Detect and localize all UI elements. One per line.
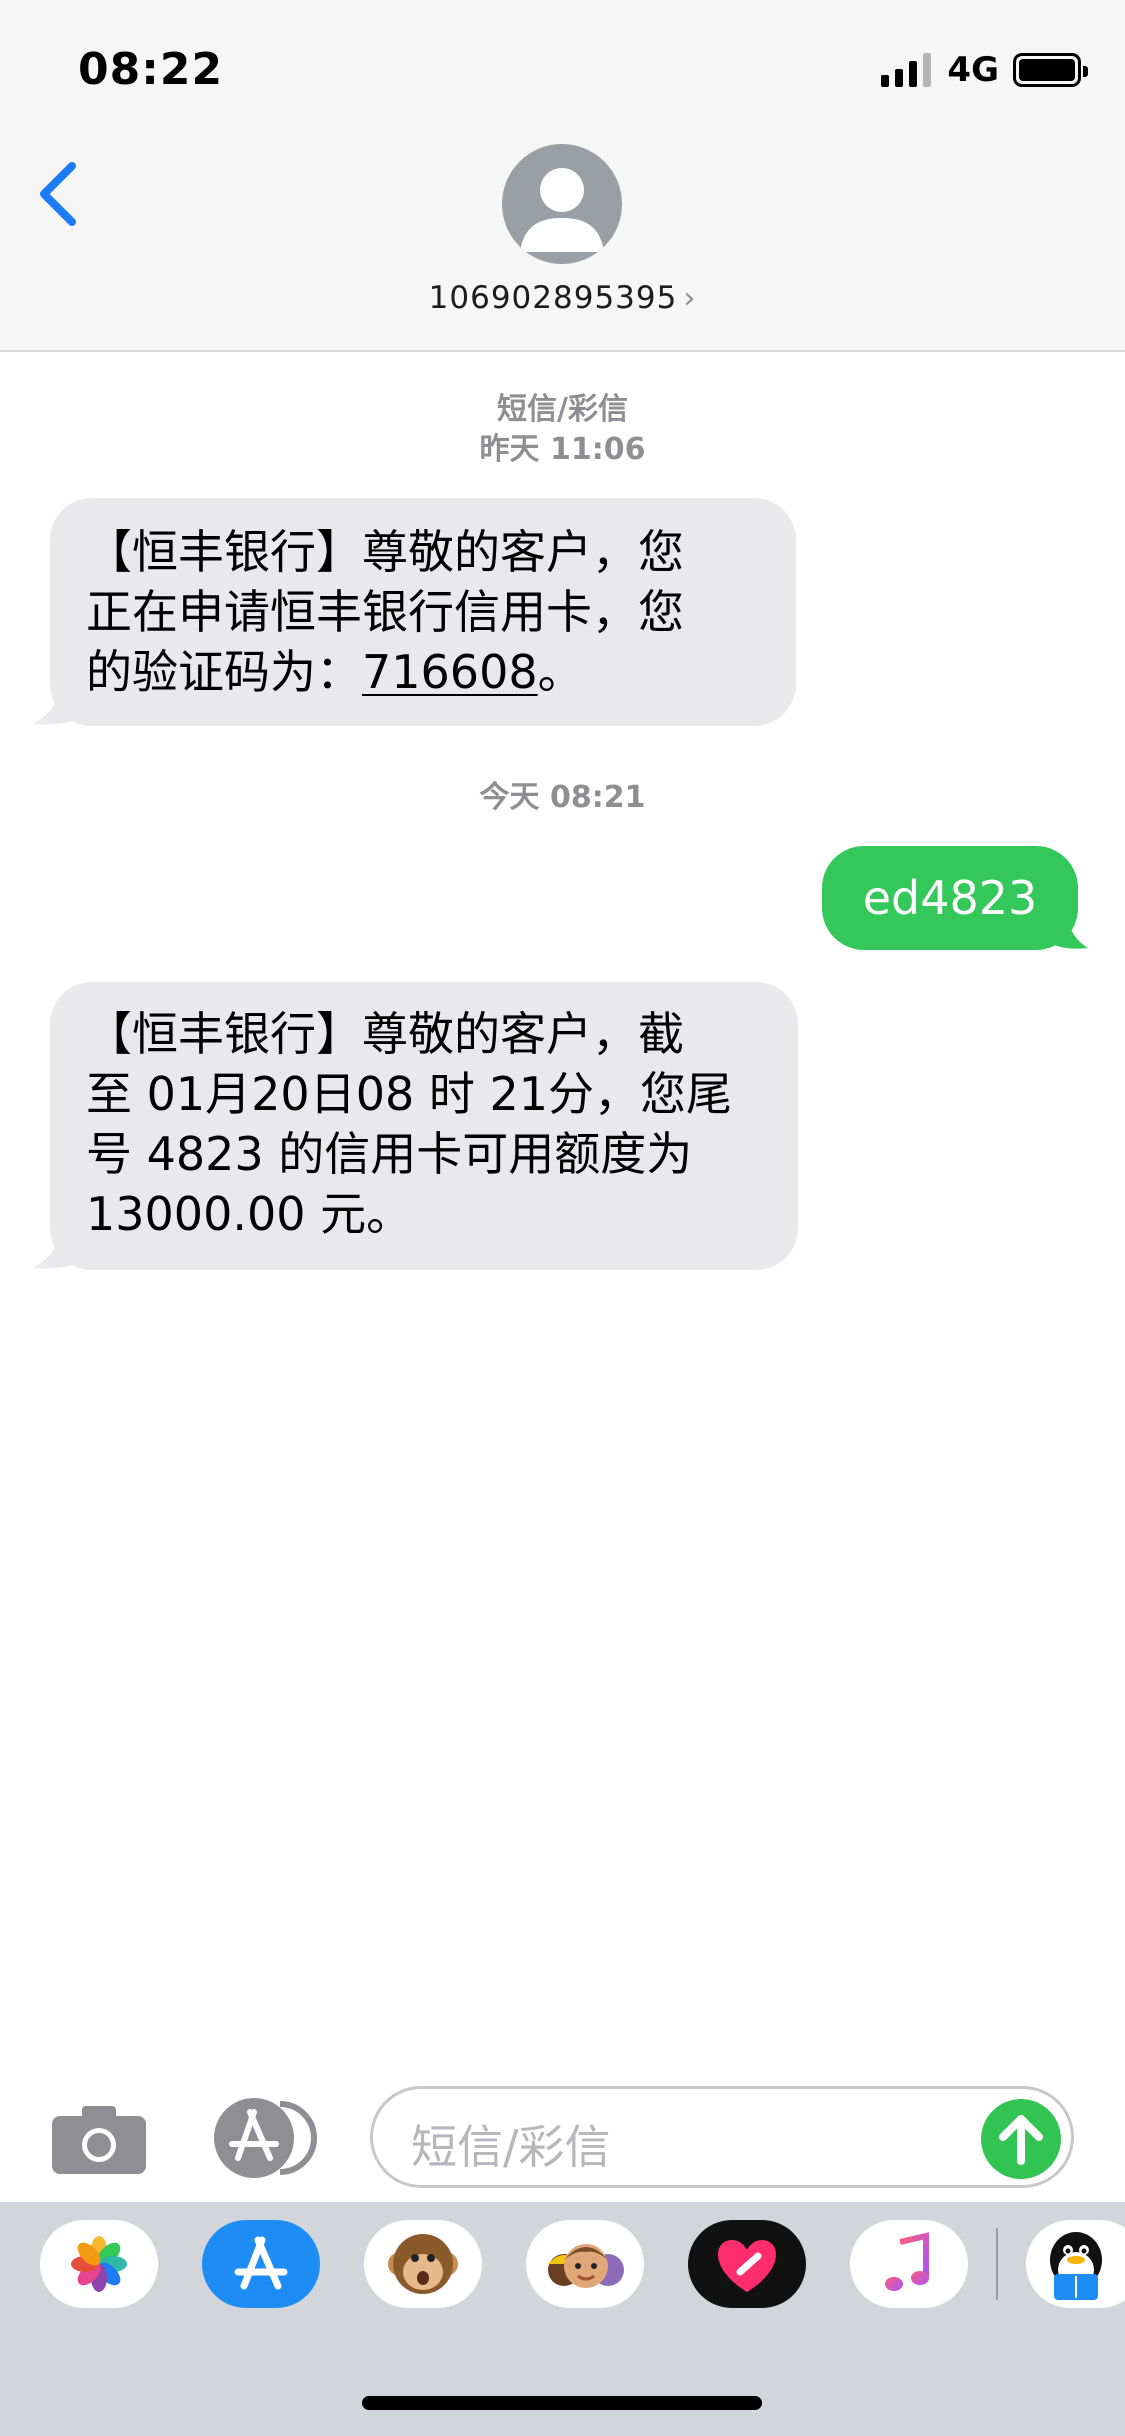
app-store-app-button[interactable] <box>202 2220 320 2308</box>
message-input[interactable]: 短信/彩信 <box>370 2086 1074 2188</box>
digital-touch-app-button[interactable] <box>688 2220 806 2308</box>
person-icon <box>520 168 604 252</box>
contact-name[interactable]: 106902895395 › <box>0 280 1125 316</box>
status-time: 08:22 <box>78 44 224 95</box>
animoji-monkey-icon <box>388 2234 458 2294</box>
message-input-placeholder: 短信/彩信 <box>411 2120 611 2174</box>
message-composer: 短信/彩信 <box>0 2070 1125 2202</box>
app-store-icon <box>234 2236 288 2290</box>
network-type: 4G <box>947 50 999 90</box>
camera-icon[interactable] <box>52 2106 146 2174</box>
message-text-line: 【恒丰银行】尊敬的客户，截 <box>86 1007 684 1061</box>
incoming-message-bubble[interactable]: 【恒丰银行】尊敬的客户，您 正在申请恒丰银行信用卡，您 的验证码为：716608… <box>50 498 796 726</box>
message-text: 。 <box>537 645 584 699</box>
qq-app-button[interactable] <box>1026 2220 1125 2308</box>
memoji-app-button[interactable] <box>526 2220 644 2308</box>
message-text-line: 号 4823 的信用卡可用额度为 <box>86 1127 693 1181</box>
message-text-line: 13000.00 元。 <box>86 1187 413 1241</box>
outgoing-message-bubble[interactable]: ed4823 <box>822 846 1078 950</box>
verification-code-link[interactable]: 716608 <box>362 645 538 699</box>
message-text: 的验证码为： <box>86 645 362 699</box>
photos-app-button[interactable] <box>40 2220 158 2308</box>
status-icons: 4G <box>881 50 1088 90</box>
message-timestamp: 今天 08:21 <box>479 780 646 815</box>
incoming-message-bubble[interactable]: 【恒丰银行】尊敬的客户，截 至 01月20日08 时 21分，您尾 号 4823… <box>50 982 798 1270</box>
arrow-up-icon <box>999 2115 1043 2165</box>
message-text-line: 正在申请恒丰银行信用卡，您 <box>86 585 684 639</box>
photos-icon <box>71 2236 127 2292</box>
message-service-label: 短信/彩信 <box>497 392 628 427</box>
digital-touch-heart-icon <box>717 2240 777 2292</box>
cellular-signal-icon <box>881 53 932 87</box>
home-indicator[interactable] <box>362 2396 762 2410</box>
message-text-line: 至 01月20日08 时 21分，您尾 <box>86 1067 732 1121</box>
message-timestamp: 昨天 11:06 <box>479 432 646 467</box>
app-store-icon[interactable] <box>210 2098 318 2178</box>
conversation-header: 08:22 4G 106902895395 › <box>0 0 1125 352</box>
send-button[interactable] <box>981 2099 1061 2179</box>
qq-penguin-icon <box>1050 2232 1102 2300</box>
message-text-line: 的验证码为：716608。 <box>86 642 760 702</box>
memoji-icon <box>548 2244 624 2288</box>
drawer-divider <box>996 2228 998 2300</box>
animoji-app-button[interactable] <box>364 2220 482 2308</box>
battery-icon <box>1013 53 1088 87</box>
contact-number: 106902895395 <box>428 280 678 316</box>
music-app-button[interactable] <box>850 2220 968 2308</box>
chevron-right-icon: › <box>683 281 697 316</box>
music-note-icon <box>885 2232 929 2291</box>
contact-avatar[interactable] <box>502 144 622 264</box>
chevron-left-icon[interactable] <box>34 158 88 230</box>
message-text-line: 【恒丰银行】尊敬的客户，您 <box>86 525 684 579</box>
